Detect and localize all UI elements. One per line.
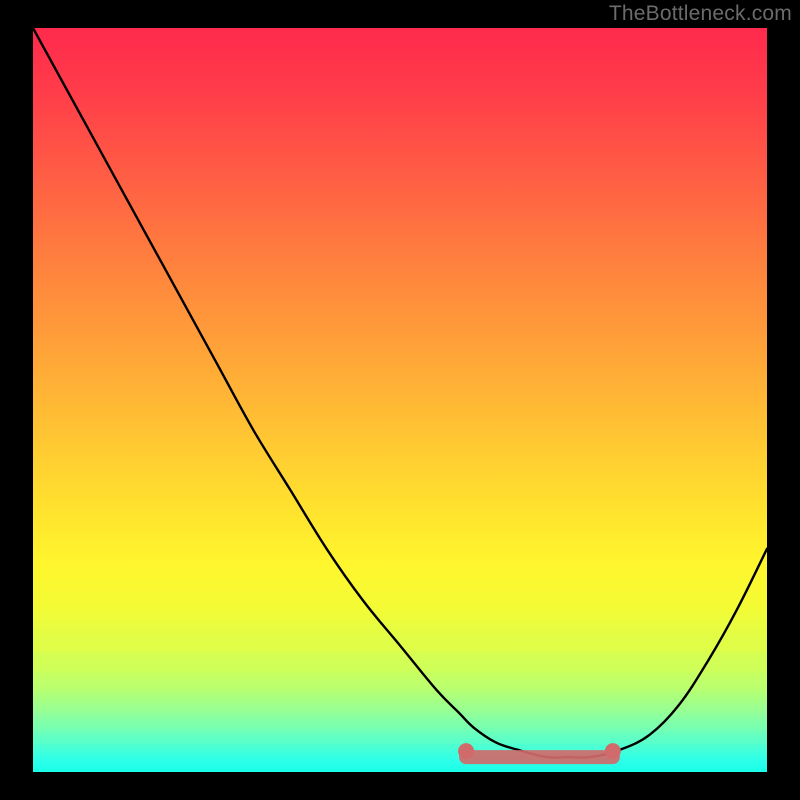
watermark-label: TheBottleneck.com [609,2,792,26]
bottleneck-curve [33,28,767,758]
plot-area [33,28,767,772]
chart-container: { "watermark": "TheBottleneck.com", "cha… [0,0,800,800]
optimal-zone-end-dot [605,743,621,759]
curve-svg [33,28,767,772]
optimal-zone-start-dot [458,743,474,759]
